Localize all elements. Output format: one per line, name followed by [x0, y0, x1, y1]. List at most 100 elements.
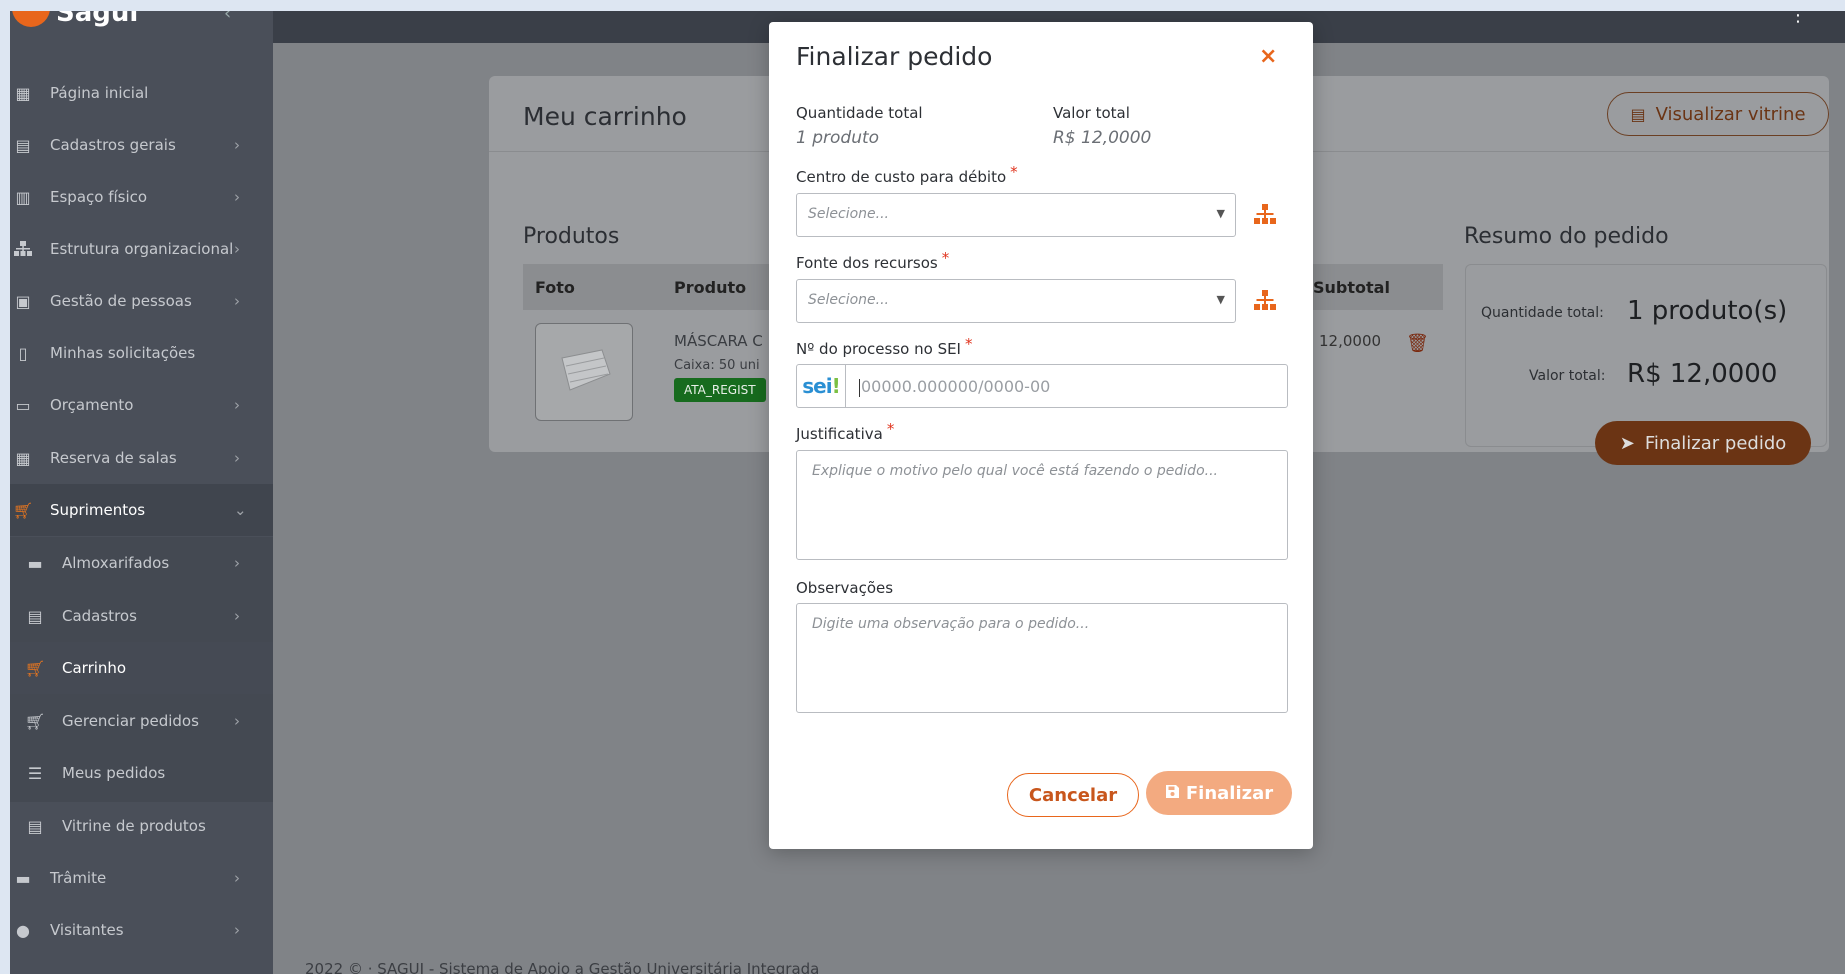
- money-icon: ▭: [15, 395, 31, 415]
- brand: Sagui ‹: [10, 11, 273, 43]
- observations-label: Observações: [796, 579, 894, 597]
- page-title: Meu carrinho: [523, 102, 687, 131]
- sidebar-item-cadastros-gerais[interactable]: ▤ Cadastros gerais ›: [10, 119, 273, 171]
- sidebar-item-suprimentos[interactable]: 🛒︎ Suprimentos ⌄: [10, 484, 273, 536]
- id-card-icon: ▣: [15, 291, 31, 311]
- finalize-label: Finalizar: [1185, 782, 1274, 804]
- funding-source-select[interactable]: Selecione... ▼: [796, 279, 1236, 323]
- sidebar-item-label: Almoxarifados: [62, 554, 170, 572]
- store-icon: ▬: [27, 553, 43, 573]
- required-mark: *: [965, 335, 973, 353]
- brand-name: Sagui: [56, 11, 139, 28]
- view-storefront-button[interactable]: ▤ Visualizar vitrine: [1607, 92, 1829, 136]
- sidebar-item-label: Reserva de salas: [50, 449, 177, 467]
- chevron-right-icon: ›: [234, 188, 240, 206]
- sidebar-item-visitantes[interactable]: ● Visitantes ›: [10, 904, 273, 956]
- calendar-icon: ▦: [15, 448, 31, 468]
- justification-textarea[interactable]: Explique o motivo pelo qual você está fa…: [796, 450, 1288, 560]
- sidebar-item-label: Trâmite: [50, 869, 107, 887]
- footer-text: 2022 © · SAGUI - Sistema de Apoio a Gest…: [305, 960, 820, 974]
- sidebar-item-label: Carrinho: [62, 659, 127, 677]
- required-mark: *: [941, 249, 950, 267]
- column-header-produto: Produto: [674, 278, 747, 297]
- cost-center-label-text: Centro de custo para débito: [796, 168, 1007, 186]
- sei-process-label: Nº do processo no SEI *: [796, 335, 973, 358]
- total-label: Valor total: [1053, 104, 1130, 122]
- product-tag-badge: ATA_REGIST: [674, 378, 766, 402]
- qty-value: 1 produto: [796, 128, 880, 148]
- observations-placeholder: Digite uma observação para o pedido...: [812, 616, 1090, 632]
- sei-process-input-group: sei! 00000.000000/0000-00: [796, 364, 1288, 408]
- list-alt-icon: ▤: [27, 816, 43, 836]
- sidebar-item-orcamento[interactable]: ▭ Orçamento ›: [10, 379, 273, 431]
- sidebar-item-vitrine-de-produtos[interactable]: ▤ Vitrine de produtos: [10, 800, 273, 852]
- summary-total-value: R$ 12,0000: [1627, 359, 1778, 389]
- chevron-right-icon: ›: [234, 240, 240, 258]
- cost-center-select[interactable]: Selecione... ▼: [796, 193, 1236, 237]
- sidebar-item-gestao-de-pessoas[interactable]: ▣ Gestão de pessoas ›: [10, 275, 273, 327]
- view-storefront-label: Visualizar vitrine: [1655, 103, 1806, 125]
- sidebar-item-espaco-fisico[interactable]: ▥ Espaço físico ›: [10, 171, 273, 223]
- sidebar-item-label: Página inicial: [50, 84, 149, 102]
- sidebar-item-almoxarifados[interactable]: ▬ Almoxarifados ›: [10, 537, 273, 589]
- cart-icon: 🛒︎: [24, 658, 46, 678]
- sidebar-item-gerenciar-pedidos[interactable]: 🛒︎ Gerenciar pedidos ›: [10, 695, 273, 747]
- sidebar-item-label: Espaço físico: [50, 188, 148, 206]
- product-name: MÁSCARA C: [674, 332, 763, 350]
- sidebar-item-cadastros[interactable]: ▤ Cadastros ›: [10, 590, 273, 642]
- collapse-sidebar-icon[interactable]: ‹: [224, 11, 231, 24]
- chevron-right-icon: ›: [234, 607, 240, 625]
- sidebar-item-label: Orçamento: [50, 396, 134, 414]
- sidebar-item-label: Vitrine de produtos: [62, 817, 206, 835]
- logo-icon: [12, 11, 50, 27]
- product-photo: [535, 323, 633, 421]
- sidebar-item-label: Meus pedidos: [62, 764, 166, 782]
- order-summary-title: Resumo do pedido: [1464, 224, 1669, 249]
- justification-label-text: Justificativa: [796, 425, 883, 443]
- funding-source-placeholder: Selecione...: [808, 292, 889, 308]
- more-options-icon[interactable]: ⋮: [1789, 11, 1807, 26]
- chevron-right-icon: ›: [234, 921, 240, 939]
- modal-title: Finalizar pedido: [796, 42, 993, 71]
- chevron-right-icon: ›: [234, 396, 240, 414]
- observations-textarea[interactable]: Digite uma observação para o pedido...: [796, 603, 1288, 713]
- sidebar-item-label: Estrutura organizacional: [50, 240, 234, 258]
- book-icon: ▤: [15, 135, 31, 155]
- sidebar-item-label: Minhas solicitações: [50, 344, 196, 362]
- sitemap-icon[interactable]: [1253, 204, 1277, 226]
- sei-process-placeholder: 00000.000000/0000-00: [861, 377, 1051, 396]
- sidebar-item-reserva-de-salas[interactable]: ▦ Reserva de salas ›: [10, 432, 273, 484]
- qty-label: Quantidade total: [796, 104, 923, 122]
- column-header-foto: Foto: [535, 278, 575, 297]
- finalize-order-label: Finalizar pedido: [1644, 432, 1787, 454]
- list-icon: ☰: [27, 763, 43, 783]
- chevron-right-icon: ›: [234, 712, 240, 730]
- finalize-button[interactable]: Finalizar: [1146, 771, 1292, 815]
- chevron-right-icon: ›: [234, 869, 240, 887]
- trash-icon[interactable]: 🗑︎: [1406, 333, 1429, 354]
- sei-process-input[interactable]: 00000.000000/0000-00: [859, 377, 1050, 397]
- sidebar-item-estrutura-organizacional[interactable]: Estrutura organizacional ›: [10, 223, 273, 275]
- finalize-order-button[interactable]: ➤ Finalizar pedido: [1595, 421, 1811, 465]
- column-header-subtotal: Subtotal: [1313, 278, 1390, 297]
- summary-qty-value: 1 produto(s): [1627, 296, 1788, 326]
- sidebar-item-meus-pedidos[interactable]: ☰ Meus pedidos: [10, 747, 273, 799]
- sei-logo: sei!: [797, 365, 846, 407]
- sidebar-item-label: Cadastros: [62, 607, 137, 625]
- sidebar-item-carrinho[interactable]: 🛒︎ Carrinho: [10, 642, 273, 694]
- sidebar-item-minhas-solicitacoes[interactable]: ▯ Minhas solicitações: [10, 327, 273, 379]
- close-icon[interactable]: ×: [1259, 44, 1277, 69]
- folder-icon: ▬: [15, 868, 31, 888]
- sitemap-icon[interactable]: [1253, 290, 1277, 312]
- funding-source-label-text: Fonte dos recursos: [796, 254, 938, 272]
- sidebar-item-tramite[interactable]: ▬ Trâmite ›: [10, 852, 273, 904]
- cancel-button[interactable]: Cancelar: [1007, 773, 1139, 817]
- sidebar-item-pagina-inicial[interactable]: ▦ Página inicial: [10, 67, 273, 119]
- justification-placeholder: Explique o motivo pelo qual você está fa…: [812, 463, 1218, 479]
- book-icon: ▤: [27, 606, 43, 626]
- sidebar-item-label: Suprimentos: [50, 501, 146, 519]
- chevron-right-icon: ›: [234, 136, 240, 154]
- caret-down-icon: ▼: [1216, 207, 1225, 220]
- summary-qty-label: Quantidade total:: [1481, 305, 1604, 321]
- product-subtotal: 12,0000: [1319, 332, 1382, 350]
